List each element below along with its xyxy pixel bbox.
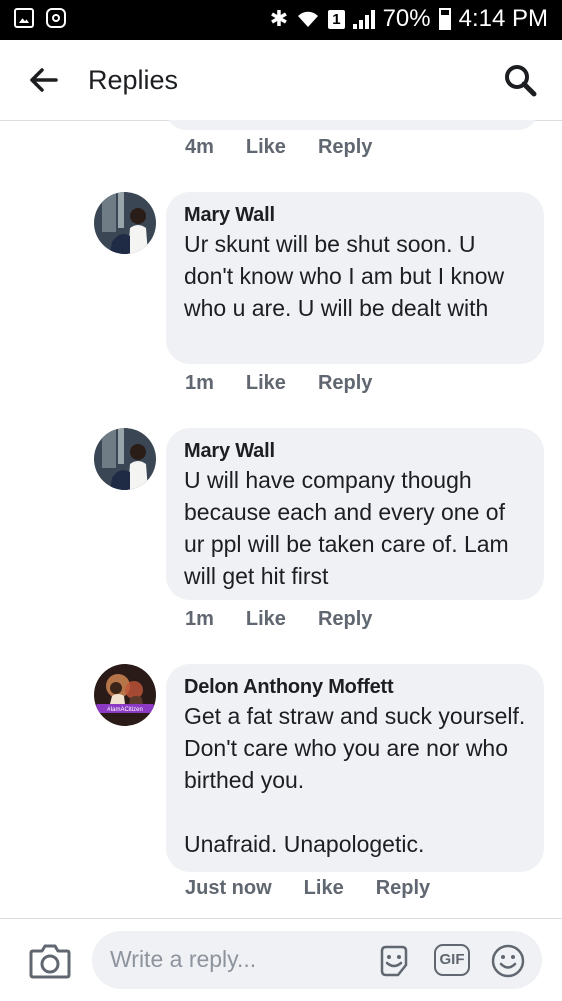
reply-button[interactable]: Reply: [376, 877, 430, 900]
camera-icon[interactable]: [28, 941, 72, 981]
comment-author[interactable]: Mary Wall: [184, 438, 526, 464]
avatar[interactable]: [94, 192, 156, 254]
sim-slot-indicator: 1: [328, 9, 345, 29]
page-title: Replies: [88, 65, 179, 95]
status-bar-notifications: [14, 8, 66, 28]
reply-input[interactable]: Write a reply... GIF: [92, 931, 542, 989]
reply-button[interactable]: Reply: [318, 372, 372, 395]
wifi-icon: [298, 11, 319, 27]
signal-icon: [352, 9, 375, 29]
comment-bubble: Mary Wall U will have company though bec…: [166, 428, 544, 600]
emoji-icon[interactable]: [490, 943, 526, 979]
reply-placeholder[interactable]: Write a reply...: [110, 946, 256, 973]
comment-text: Ur skunt will be shut soon. U don't know…: [184, 231, 505, 321]
comment-bubble: Mary Wall Ur skunt will be shut soon. U …: [166, 192, 544, 364]
reply-button[interactable]: Reply: [318, 608, 372, 631]
comment-time: 1m: [185, 372, 214, 394]
status-bar: ✱ 1 70% 4:14 PM: [0, 0, 562, 40]
status-bar-system: ✱ 1 70% 4:14 PM: [270, 5, 548, 33]
comment-author[interactable]: Delon Anthony Moffett: [184, 674, 526, 700]
previous-comment-meta: 4m Like Reply: [185, 136, 372, 159]
replies-thread: 4m Like Reply Mary Wall Ur skunt will be…: [0, 120, 562, 918]
like-button[interactable]: Like: [304, 877, 344, 900]
battery-icon: [438, 8, 451, 30]
bluetooth-icon: ✱: [269, 6, 289, 31]
avatar-badge-text: #IamACitizen: [107, 707, 143, 713]
like-button[interactable]: Like: [246, 608, 286, 631]
comment-meta: Just now Like Reply: [185, 877, 430, 900]
instagram-icon: [46, 8, 66, 28]
comment-time: Just now: [185, 877, 272, 899]
comment-text: U will have company though because each …: [184, 467, 509, 589]
comment-time: 4m: [185, 136, 214, 158]
comment-bubble: Delon Anthony Moffett Get a fat straw an…: [166, 664, 544, 872]
like-button[interactable]: Like: [246, 136, 286, 159]
previous-comment-bubble: [166, 120, 538, 130]
gif-icon[interactable]: GIF: [434, 944, 470, 976]
comment-author[interactable]: Mary Wall: [184, 202, 526, 228]
gallery-icon: [14, 8, 34, 28]
clock: 4:14 PM: [458, 5, 548, 32]
battery-percent: 70%: [382, 5, 431, 32]
top-app-bar: Replies: [0, 40, 562, 121]
back-arrow-icon[interactable]: [28, 64, 60, 96]
reply-composer: Write a reply... GIF: [0, 918, 562, 1001]
comment-meta: 1m Like Reply: [185, 608, 372, 631]
comment-meta: 1m Like Reply: [185, 372, 372, 395]
reply-button[interactable]: Reply: [318, 136, 372, 159]
search-icon[interactable]: [502, 62, 538, 98]
comment-text: Get a fat straw and suck yourself. Don't…: [184, 703, 526, 857]
comment-time: 1m: [185, 608, 214, 630]
like-button[interactable]: Like: [246, 372, 286, 395]
avatar[interactable]: #IamACitizen: [94, 664, 156, 726]
sticker-icon[interactable]: [376, 943, 412, 979]
avatar[interactable]: [94, 428, 156, 490]
